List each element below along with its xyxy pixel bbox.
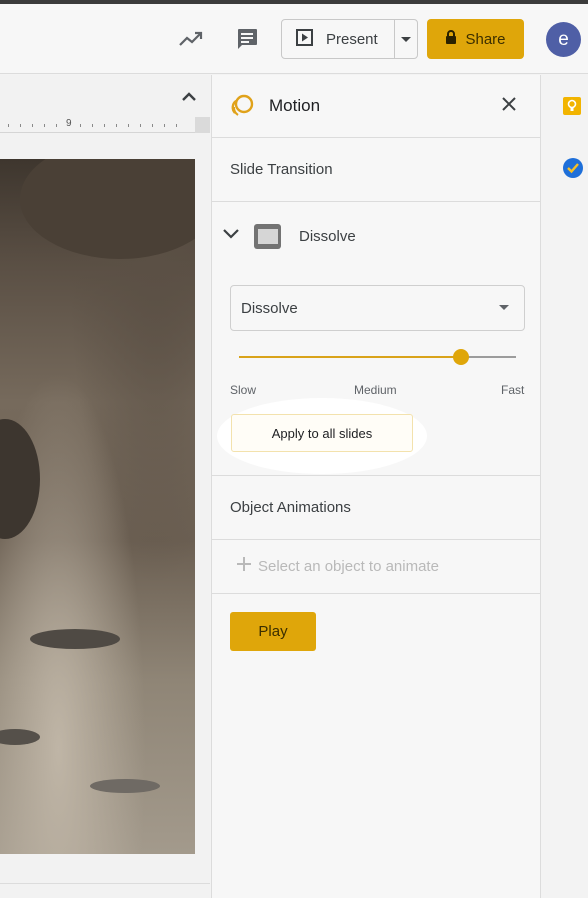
keep-icon[interactable] — [562, 96, 582, 121]
chevron-down-icon[interactable] — [222, 227, 240, 245]
comment-icon[interactable] — [233, 25, 261, 53]
speed-slider[interactable] — [239, 349, 516, 365]
present-play-icon — [296, 28, 313, 50]
transition-type-select[interactable]: Dissolve — [230, 285, 525, 331]
close-icon[interactable] — [502, 97, 516, 116]
transition-name: Dissolve — [299, 227, 356, 245]
plus-icon — [237, 557, 251, 575]
play-button[interactable]: Play — [230, 612, 316, 651]
ruler-number: 9 — [66, 118, 72, 129]
chevron-down-icon — [401, 30, 411, 48]
slide-photo[interactable] — [0, 159, 195, 854]
speed-label-medium: Medium — [354, 383, 397, 397]
motion-icon — [231, 93, 255, 122]
present-button[interactable]: Present — [282, 20, 395, 58]
avatar[interactable]: e — [546, 22, 581, 57]
object-animations-title: Object Animations — [230, 499, 351, 516]
speed-slider-thumb[interactable] — [452, 349, 469, 365]
right-side-panel — [542, 75, 588, 898]
dropdown-caret-icon — [499, 305, 509, 310]
canvas-divider — [0, 883, 210, 884]
share-button[interactable]: Share — [427, 19, 524, 59]
present-button-group: Present — [281, 19, 418, 59]
present-options-dropdown[interactable] — [395, 20, 417, 58]
horizontal-ruler: 9 — [0, 117, 195, 133]
app-header: Present Share e — [0, 4, 588, 74]
speed-label-slow: Slow — [230, 383, 257, 397]
present-label: Present — [326, 30, 378, 48]
slide-canvas-area: 9 — [0, 75, 210, 898]
share-label: Share — [465, 30, 506, 48]
chevron-up-icon[interactable] — [182, 88, 196, 106]
speed-label-fast: Fast — [501, 383, 525, 397]
ruler-end — [195, 117, 210, 133]
panel-title: Motion — [269, 96, 321, 115]
speed-slider-fill — [239, 356, 461, 358]
trending-icon[interactable] — [177, 25, 205, 53]
select-object-to-animate: Select an object to animate — [237, 557, 439, 575]
tasks-icon[interactable] — [562, 157, 584, 184]
lock-icon — [445, 30, 457, 48]
select-object-label: Select an object to animate — [258, 557, 439, 575]
transition-row[interactable]: Dissolve — [222, 221, 356, 251]
transition-thumbnail-icon — [254, 223, 281, 249]
transition-select-value: Dissolve — [241, 299, 298, 317]
motion-panel: Motion Slide Transition Dissolve Dissolv… — [211, 75, 541, 898]
slide-transition-title: Slide Transition — [230, 161, 333, 178]
apply-to-all-slides-button[interactable]: Apply to all slides — [231, 414, 413, 452]
